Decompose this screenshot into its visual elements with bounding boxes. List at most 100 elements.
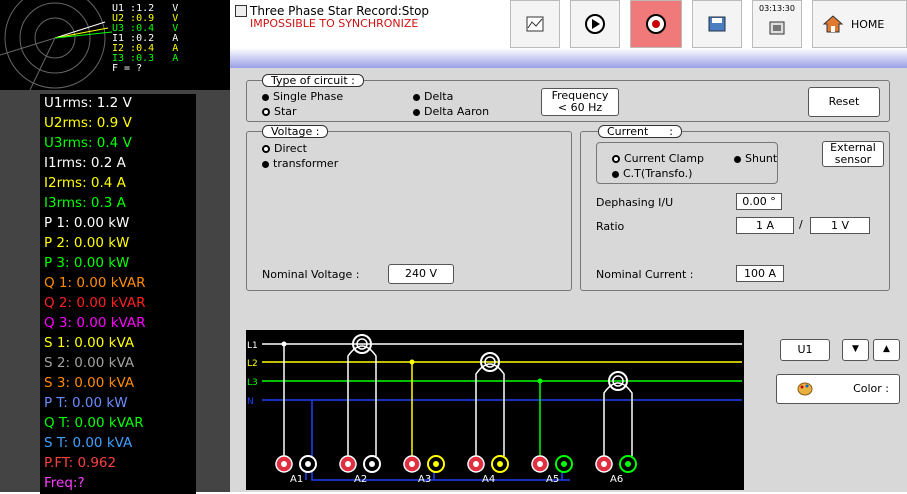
dephasing-field[interactable]: 0.00 ° — [736, 193, 782, 210]
clamp-cable — [603, 382, 633, 456]
measurement-row: P 2: 0.00 kW — [40, 234, 196, 254]
radio-delta-aaron[interactable] — [413, 108, 420, 116]
voltage-title: Voltage : — [262, 125, 329, 138]
terminal-label: A6 — [610, 474, 623, 485]
external-sensor-button[interactable]: External sensor — [822, 141, 884, 167]
measurement-row: I1rms: 0.2 A — [40, 154, 196, 174]
terminal-red-core — [345, 461, 351, 467]
measurement-row: U2rms: 0.9 V — [40, 114, 196, 134]
left-panel: U1 :1.2 V U2 :0.9 V U3 :0.4 V I1 :0.2 A I2 :… — [0, 0, 230, 494]
screenshot-icon — [769, 21, 785, 35]
clock-button[interactable]: 03:13:30 — [752, 0, 802, 48]
terminal-return-core — [305, 461, 311, 467]
terminal-return-core — [561, 461, 567, 467]
radio-transformer[interactable] — [262, 160, 269, 168]
save-button[interactable] — [692, 0, 742, 48]
measurement-row: Q 2: 0.00 kVAR — [40, 294, 196, 314]
circuit-option-delta[interactable]: Delta — [413, 90, 453, 103]
voltage-tap-dot — [409, 359, 415, 365]
measurement-row: Q 3: 0.00 kVAR — [40, 314, 196, 334]
channel-down-button[interactable]: ▼ — [842, 339, 869, 361]
terminal-label: A3 — [418, 474, 431, 485]
palette-icon — [797, 382, 813, 396]
channel-up-button[interactable]: ▲ — [873, 339, 900, 361]
supply-line-label: L1 — [247, 341, 258, 351]
measurement-row: I3rms: 0.3 A — [40, 194, 196, 214]
voltage-tap-dot — [281, 341, 287, 347]
wiring-diagram: L1 L2 L3 N A1 A2 A3 A4 A5 A6 — [246, 330, 744, 490]
voltage-option-direct[interactable]: Direct — [262, 142, 307, 155]
radio-delta[interactable] — [413, 93, 420, 101]
chevron-down-icon: ▼ — [852, 344, 859, 355]
home-label: HOME — [851, 17, 885, 31]
current-option-shunt[interactable]: Shunt — [734, 152, 777, 165]
terminal-red-core — [409, 461, 415, 467]
current-option-ct[interactable]: C.T(Transfo.) — [612, 167, 692, 180]
clamp-cable — [475, 363, 505, 456]
terminal-return-core — [369, 461, 375, 467]
radio-ct-transfo[interactable] — [612, 170, 619, 178]
measurement-row: S 3: 0.00 kVA — [40, 374, 196, 394]
terminal-return-core — [497, 461, 503, 467]
terminal-return-core — [625, 461, 631, 467]
color-button[interactable]: Color : — [776, 374, 900, 404]
frequency-button[interactable]: Frequency < 60 Hz — [541, 88, 619, 116]
ratio-separator: / — [799, 218, 803, 231]
home-button[interactable]: HOME — [812, 0, 907, 48]
circuit-option-star[interactable]: Star — [262, 105, 297, 118]
voltage-option-transformer[interactable]: transformer — [262, 157, 338, 170]
measurement-row: S 1: 0.00 kVA — [40, 334, 196, 354]
color-label: Color : — [853, 381, 889, 395]
phasor-readout: F = ? — [112, 63, 143, 74]
graph-button[interactable] — [510, 0, 560, 48]
current-option-clamp[interactable]: Current Clamp — [612, 152, 704, 165]
ratio-voltage-field[interactable]: 1 V — [810, 217, 870, 234]
terminal-label: A5 — [546, 474, 559, 485]
save-disk-icon — [708, 16, 726, 32]
header-gradient — [230, 48, 907, 68]
nominal-voltage-field[interactable]: 240 V — [388, 264, 454, 284]
measurement-row: Q T: 0.00 kVAR — [40, 414, 196, 434]
terminal-return-core — [433, 461, 439, 467]
supply-line-label: L2 — [247, 359, 258, 369]
nominal-current-field[interactable]: 100 A — [736, 265, 784, 282]
terminal-red-core — [473, 461, 479, 467]
radio-shunt[interactable] — [734, 155, 741, 163]
circuit-option-delta-aaron[interactable]: Delta Aaron — [413, 105, 489, 118]
measurement-row: Q 1: 0.00 kVAR — [40, 274, 196, 294]
play-button[interactable] — [570, 0, 620, 48]
play-icon — [585, 14, 605, 34]
radio-star[interactable] — [262, 108, 270, 116]
main-area: Three Phase Star Record:Stop IMPOSSIBLE … — [230, 0, 907, 492]
record-status-icon — [235, 5, 247, 17]
supply-line-label: N — [247, 397, 254, 407]
radio-direct[interactable] — [262, 145, 270, 153]
measurement-row: S 2: 0.00 kVA — [40, 354, 196, 374]
measurement-row: I2rms: 0.4 A — [40, 174, 196, 194]
dephasing-label: Dephasing I/U — [596, 196, 674, 209]
measurement-row: S T: 0.00 kVA — [40, 434, 196, 454]
record-title: Three Phase Star Record:Stop — [250, 4, 430, 18]
measurement-row: P T: 0.00 kW — [40, 394, 196, 414]
clock-time: 03:13:30 — [759, 4, 795, 13]
radio-single-phase[interactable] — [262, 93, 269, 101]
circuit-title: Type of circuit : — [262, 74, 364, 87]
radio-current-clamp[interactable] — [612, 155, 620, 163]
circuit-option-single-phase[interactable]: Single Phase — [262, 90, 343, 103]
terminal-red-core — [281, 461, 287, 467]
reset-button[interactable]: Reset — [808, 87, 880, 117]
current-title: Current : — [598, 125, 682, 138]
measurement-row: P 1: 0.00 kW — [40, 214, 196, 234]
record-button[interactable] — [630, 0, 682, 48]
channel-select[interactable]: U1 — [780, 339, 830, 361]
measurement-row: U3rms: 0.4 V — [40, 134, 196, 154]
terminal-red-core — [537, 461, 543, 467]
voltage-tap-dot — [537, 378, 543, 384]
record-icon — [646, 14, 666, 34]
chevron-up-icon: ▲ — [883, 344, 890, 355]
graph-icon — [526, 16, 544, 32]
ratio-current-field[interactable]: 1 A — [736, 217, 794, 234]
wiring-svg: L1 L2 L3 N A1 A2 A3 A4 A5 A6 — [247, 334, 742, 485]
measurements-list: U1rms: 1.2 V U2rms: 0.9 V U3rms: 0.4 V I1rm… — [40, 94, 196, 494]
measurement-row: P.FT: 0.962 — [40, 454, 196, 474]
